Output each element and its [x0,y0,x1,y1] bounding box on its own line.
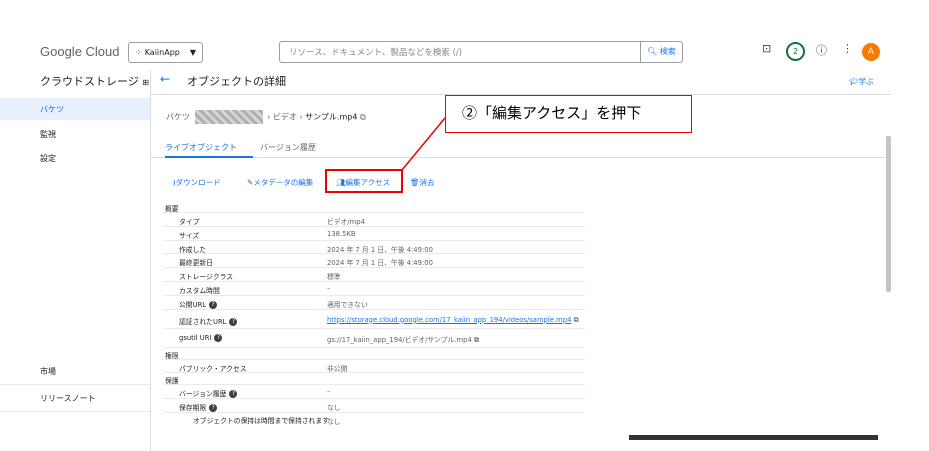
annotation-callout: ②「編集アクセス」を押下 [445,95,692,133]
annotation-arrow [401,117,446,171]
